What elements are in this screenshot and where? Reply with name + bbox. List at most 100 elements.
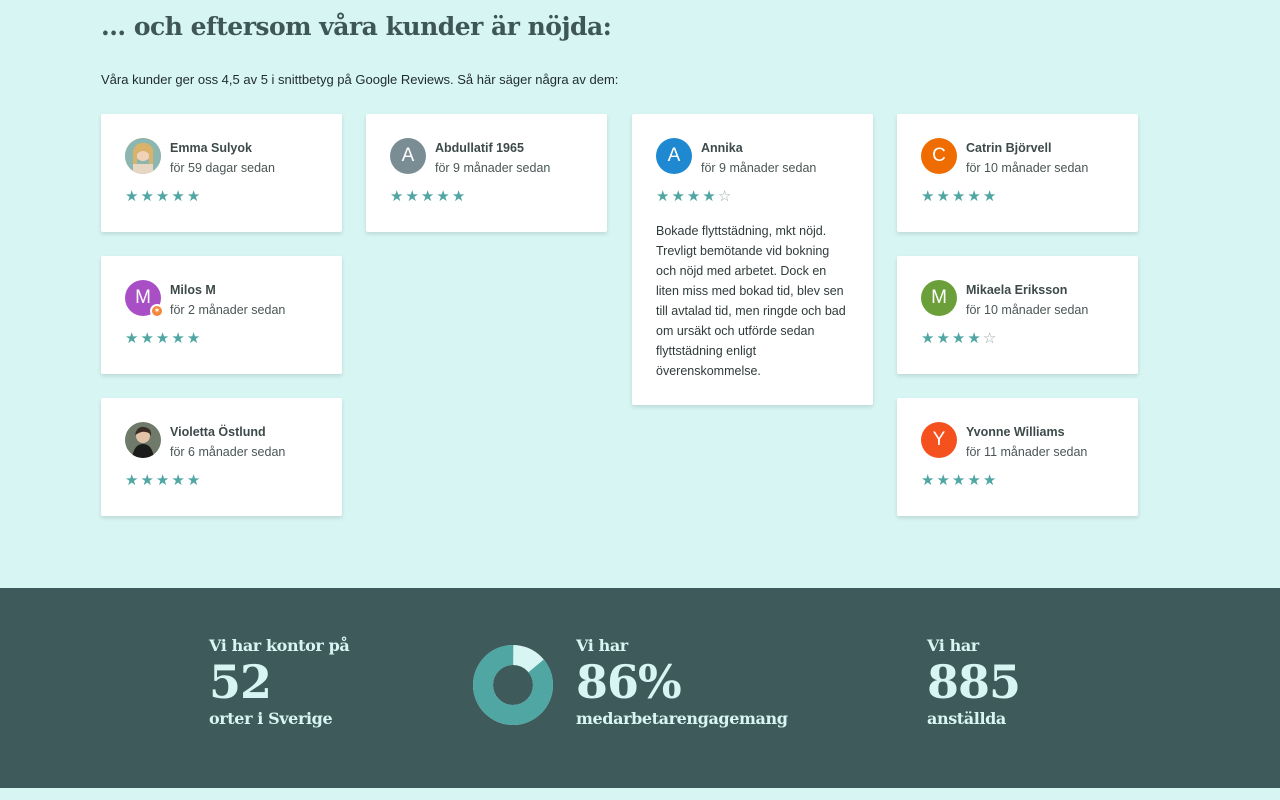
star-icon: ★: [140, 330, 154, 347]
reviewer-name: Yvonne Williams: [966, 425, 1065, 439]
star-icon: ★: [155, 330, 170, 347]
star-icon: ★: [186, 472, 201, 489]
star-rating: ★ ★ ★ ★ ★: [921, 473, 1114, 489]
star-icon: ★: [936, 330, 950, 347]
reviewer-name: Milos M: [170, 283, 216, 297]
review-card: C Catrin Björvell för 10 månader sedan ★…: [897, 114, 1138, 232]
star-icon: ★: [186, 188, 201, 205]
stat-employees: Vi har 885 anställda: [927, 636, 1021, 728]
star-icon: ★: [921, 188, 935, 205]
reviewer-name: Mikaela Eriksson: [966, 283, 1068, 297]
stat-engagement: Vi har 86% medarbetarengagemang: [576, 636, 788, 728]
stat-offices-prefix: Vi har kontor på: [209, 636, 350, 655]
star-icon: ★: [405, 188, 419, 205]
star-icon: ★: [936, 472, 950, 489]
reviewer-name: Violetta Östlund: [170, 425, 266, 439]
stat-offices-suffix: orter i Sverige: [209, 709, 333, 728]
review-card: A Abdullatif 1965 för 9 månader sedan ★ ★…: [366, 114, 607, 232]
star-rating: ★ ★ ★ ★ ★: [125, 473, 318, 489]
section-heading: ... och eftersom våra kunder är nöjda:: [101, 12, 612, 41]
star-icon: ★: [155, 188, 170, 205]
avatar-letter: A: [401, 145, 415, 166]
reviewer-name: Annika: [701, 141, 743, 155]
avatar: M ✶: [125, 280, 164, 318]
stat-employees-prefix: Vi har: [927, 636, 979, 655]
stat-offices: Vi har kontor på 52 orter i Sverige: [209, 636, 350, 728]
stat-engagement-suffix: medarbetarengagemang: [576, 709, 788, 728]
star-icon: ★: [656, 188, 670, 205]
star-icon: ★: [967, 188, 981, 205]
stat-employees-suffix: anställda: [927, 709, 1006, 728]
star-rating: ★ ★ ★ ★ ★: [125, 189, 318, 205]
star-icon: ★: [951, 330, 966, 347]
star-empty-icon: ☆: [982, 330, 997, 347]
star-icon: ★: [702, 188, 716, 205]
avatar-letter: A: [667, 145, 681, 166]
star-icon: ★: [125, 330, 139, 347]
review-time: för 9 månader sedan: [701, 161, 817, 175]
star-empty-icon: ☆: [717, 188, 732, 205]
bottom-strip: [0, 788, 1280, 800]
star-icon: ★: [982, 188, 997, 205]
review-card: A Annika för 9 månader sedan ★ ★ ★ ★ ☆ Bokad…: [632, 114, 873, 405]
review-time: för 2 månader sedan: [170, 303, 286, 317]
star-icon: ★: [436, 188, 450, 205]
review-card: Violetta Östlund för 6 månader sedan ★ ★ ★…: [101, 398, 342, 516]
star-rating: ★ ★ ★ ★ ★: [921, 189, 1114, 205]
star-icon: ★: [171, 188, 185, 205]
star-rating: ★ ★ ★ ★ ☆: [656, 189, 849, 205]
avatar-letter: M: [135, 287, 151, 308]
stats-band: Vi har kontor på 52 orter i Sverige Vi h…: [0, 588, 1280, 788]
star-icon: ★: [125, 188, 139, 205]
star-icon: ★: [140, 188, 154, 205]
star-icon: ★: [982, 472, 997, 489]
review-card: M Mikaela Eriksson för 10 månader sedan …: [897, 256, 1138, 374]
review-time: för 10 månader sedan: [966, 161, 1089, 175]
star-icon: ★: [171, 330, 185, 347]
star-icon: ★: [951, 188, 966, 205]
star-icon: ★: [451, 188, 466, 205]
star-icon: ★: [186, 330, 201, 347]
star-icon: ★: [155, 472, 170, 489]
star-icon: ★: [967, 472, 981, 489]
local-guide-badge-icon: ✶: [150, 304, 164, 318]
avatar: A: [656, 138, 692, 174]
stat-engagement-prefix: Vi har: [576, 636, 628, 655]
star-icon: ★: [671, 188, 685, 205]
avatar: C: [921, 138, 957, 174]
avatar-letter: C: [932, 145, 946, 166]
review-time: för 9 månader sedan: [435, 161, 551, 175]
stat-offices-value: 52: [209, 655, 272, 709]
review-text: Bokade flyttstädning, mkt nöjd. Trevligt…: [656, 224, 846, 378]
intro-text: Våra kunder ger oss 4,5 av 5 i snittbety…: [101, 72, 619, 87]
star-icon: ★: [951, 472, 966, 489]
avatar: [125, 422, 161, 458]
review-card: M ✶ Milos M för 2 månader sedan ★ ★ ★ ★ ★: [101, 256, 342, 374]
star-icon: ★: [390, 188, 404, 205]
reviewer-name: Abdullatif 1965: [435, 141, 524, 155]
engagement-donut-chart: [473, 645, 553, 725]
avatar-letter: M: [931, 287, 947, 308]
star-rating: ★ ★ ★ ★ ★: [125, 331, 318, 347]
reviewer-name: Catrin Björvell: [966, 141, 1052, 155]
avatar: A: [390, 138, 426, 174]
star-icon: ★: [967, 330, 981, 347]
avatar: Y: [921, 422, 957, 458]
review-time: för 11 månader sedan: [966, 445, 1088, 459]
avatar-letter: Y: [932, 429, 946, 450]
review-time: för 10 månader sedan: [966, 303, 1089, 317]
reviewer-name: Emma Sulyok: [170, 141, 252, 155]
stat-engagement-value: 86%: [576, 655, 682, 709]
star-rating: ★ ★ ★ ★ ★: [390, 189, 583, 205]
star-icon: ★: [686, 188, 701, 205]
star-icon: ★: [921, 472, 935, 489]
review-time: för 59 dagar sedan: [170, 161, 275, 175]
avatar: M: [921, 280, 957, 316]
avatar: [125, 138, 161, 174]
star-icon: ★: [420, 188, 435, 205]
star-icon: ★: [171, 472, 185, 489]
star-icon: ★: [140, 472, 154, 489]
star-icon: ★: [936, 188, 950, 205]
star-icon: ★: [921, 330, 935, 347]
review-card: Y Yvonne Williams för 11 månader sedan ★…: [897, 398, 1138, 516]
